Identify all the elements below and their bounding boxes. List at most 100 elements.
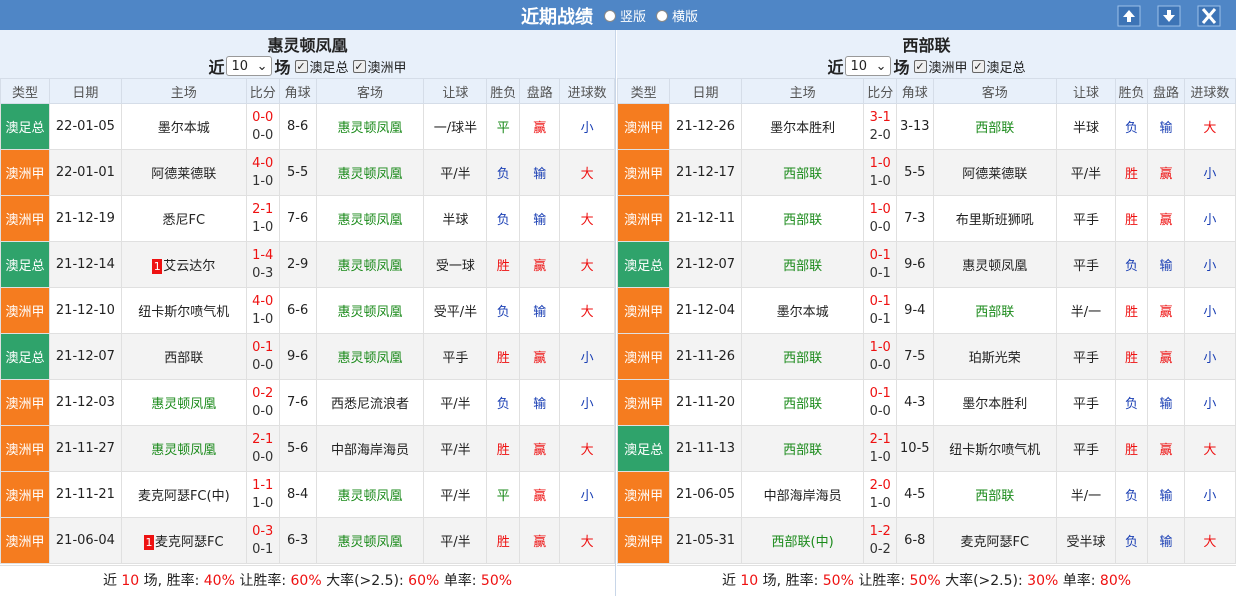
red-card-count: 1: [144, 535, 155, 550]
away-team-cell[interactable]: 西悉尼流浪者: [315, 379, 425, 426]
league-cell[interactable]: 澳洲甲: [616, 149, 671, 196]
score-cell[interactable]: 0-1 0-1: [863, 287, 897, 334]
score-cell[interactable]: 1-4 0-3: [245, 241, 280, 288]
score-cell[interactable]: 0-3 0-1: [245, 517, 280, 564]
league-filter-checkbox[interactable]: ✓: [971, 59, 985, 73]
league-cell[interactable]: 澳洲甲: [616, 379, 671, 426]
score-cell[interactable]: 1-1 1-0: [245, 471, 280, 518]
home-team-cell[interactable]: 西部联: [740, 379, 865, 426]
away-team-cell[interactable]: 惠灵顿凤凰: [315, 517, 425, 564]
away-team-cell[interactable]: 惠灵顿凤凰: [315, 333, 425, 380]
away-team-cell[interactable]: 惠灵顿凤凰: [315, 103, 425, 150]
score-cell[interactable]: 2-1 0-0: [245, 425, 280, 472]
score-cell[interactable]: 0-1 0-0: [863, 379, 897, 426]
away-team-cell[interactable]: 中部海岸海员: [315, 425, 425, 472]
home-team-cell[interactable]: 墨尔本城: [740, 287, 865, 334]
score-cell[interactable]: 1-0 1-0: [863, 149, 897, 196]
away-team-cell[interactable]: 惠灵顿凤凰: [932, 241, 1057, 288]
home-team-cell[interactable]: 中部海岸海员: [740, 471, 865, 518]
score-cell[interactable]: 4-0 1-0: [245, 287, 280, 334]
home-team-cell[interactable]: 惠灵顿凤凰: [120, 425, 247, 472]
scroll-up-button[interactable]: [1117, 5, 1141, 27]
league-cell[interactable]: 澳足总: [616, 241, 671, 288]
half-time-score: 0-2: [869, 541, 891, 557]
full-time-score: 1-2: [869, 523, 891, 539]
league-cell[interactable]: 澳洲甲: [616, 195, 671, 242]
league-cell[interactable]: 澳足总: [0, 333, 50, 380]
score-cell[interactable]: 0-2 0-0: [245, 379, 280, 426]
home-team-cell[interactable]: 麦克阿瑟FC(中): [120, 471, 247, 518]
league-cell[interactable]: 澳洲甲: [0, 287, 50, 334]
home-team-cell[interactable]: 西部联: [740, 149, 865, 196]
summary-text: 近: [102, 573, 117, 589]
score-cell[interactable]: 1-2 0-2: [863, 517, 897, 564]
home-team-cell[interactable]: 西部联: [120, 333, 247, 380]
home-team-cell[interactable]: 墨尔本城: [120, 103, 247, 150]
league-cell[interactable]: 澳洲甲: [616, 471, 671, 518]
league-cell[interactable]: 澳洲甲: [0, 425, 50, 472]
league-cell[interactable]: 澳洲甲: [616, 103, 671, 150]
away-team-cell[interactable]: 阿德莱德联: [932, 149, 1057, 196]
home-team-cell[interactable]: 西部联: [740, 425, 865, 472]
home-team-cell[interactable]: 西部联(中): [740, 517, 865, 564]
league-cell[interactable]: 澳洲甲: [0, 379, 50, 426]
match-count-select[interactable]: 10 ⌄: [845, 56, 892, 76]
score-cell[interactable]: 0-0 0-0: [245, 103, 280, 150]
league-filter-checkbox[interactable]: ✓: [294, 59, 308, 73]
league-cell[interactable]: 澳足总: [616, 425, 671, 472]
home-team-cell[interactable]: 纽卡斯尔喷气机: [120, 287, 247, 334]
score-cell[interactable]: 1-0 0-0: [863, 195, 897, 242]
close-button[interactable]: [1197, 5, 1221, 27]
score-cell[interactable]: 3-1 2-0: [863, 103, 897, 150]
league-filter-checkbox[interactable]: ✓: [352, 59, 366, 73]
league-cell[interactable]: 澳洲甲: [616, 517, 671, 564]
away-team-cell[interactable]: 惠灵顿凤凰: [315, 287, 425, 334]
home-team-cell[interactable]: 阿德莱德联: [120, 149, 247, 196]
layout-radio-horizontal[interactable]: [656, 9, 669, 22]
home-team-cell[interactable]: 1 麦克阿瑟FC: [120, 517, 247, 564]
home-team-cell[interactable]: 悉尼FC: [120, 195, 247, 242]
home-team-cell[interactable]: 1 艾云达尔: [120, 241, 247, 288]
away-team-cell[interactable]: 惠灵顿凤凰: [315, 149, 425, 196]
away-team-cell[interactable]: 西部联: [932, 471, 1057, 518]
score-cell[interactable]: 0-1 0-0: [245, 333, 280, 380]
away-team-cell[interactable]: 珀斯光荣: [932, 333, 1057, 380]
away-team-cell[interactable]: 西部联: [932, 287, 1057, 334]
layout-radio-vertical[interactable]: [604, 9, 616, 22]
score-cell[interactable]: 2-0 1-0: [863, 471, 897, 518]
away-team-cell[interactable]: 惠灵顿凤凰: [315, 241, 425, 288]
scroll-down-button[interactable]: [1157, 5, 1181, 27]
away-team-cell[interactable]: 麦克阿瑟FC: [932, 517, 1057, 564]
score-cell[interactable]: 2-1 1-0: [863, 425, 897, 472]
league-cell[interactable]: 澳洲甲: [0, 517, 50, 564]
league-cell[interactable]: 澳足总: [0, 241, 50, 288]
handicap-result-cell: 输: [1147, 241, 1185, 288]
match-count-select[interactable]: 10 ⌄: [226, 56, 273, 76]
away-team-cell[interactable]: 墨尔本胜利: [932, 379, 1057, 426]
home-team-cell[interactable]: 西部联: [740, 195, 865, 242]
match-count-value: 10: [231, 58, 249, 74]
score-cell[interactable]: 1-0 0-0: [863, 333, 897, 380]
score-cell[interactable]: 4-0 1-0: [245, 149, 280, 196]
league-cell[interactable]: 澳洲甲: [0, 195, 50, 242]
home-team-cell[interactable]: 西部联: [740, 333, 865, 380]
home-team-cell[interactable]: 惠灵顿凤凰: [120, 379, 247, 426]
league-cell[interactable]: 澳足总: [0, 103, 50, 150]
league-cell[interactable]: 澳洲甲: [0, 471, 50, 518]
away-team-cell[interactable]: 惠灵顿凤凰: [315, 195, 425, 242]
half-time-score: 1-0: [252, 173, 274, 189]
home-team-cell[interactable]: 西部联: [740, 241, 865, 288]
score-cell[interactable]: 0-1 0-1: [863, 241, 897, 288]
away-team-cell[interactable]: 纽卡斯尔喷气机: [932, 425, 1057, 472]
full-time-score: 0-1: [252, 339, 274, 355]
league-filter-checkbox[interactable]: ✓: [913, 59, 927, 73]
away-team-cell[interactable]: 西部联: [932, 103, 1057, 150]
away-team-cell[interactable]: 布里斯班狮吼: [932, 195, 1057, 242]
away-team-cell[interactable]: 惠灵顿凤凰: [315, 471, 425, 518]
league-cell[interactable]: 澳洲甲: [616, 287, 671, 334]
date-cell: 21-12-26: [669, 103, 742, 150]
score-cell[interactable]: 2-1 1-0: [245, 195, 280, 242]
home-team-cell[interactable]: 墨尔本胜利: [740, 103, 865, 150]
league-cell[interactable]: 澳洲甲: [616, 333, 671, 380]
league-cell[interactable]: 澳洲甲: [0, 149, 50, 196]
